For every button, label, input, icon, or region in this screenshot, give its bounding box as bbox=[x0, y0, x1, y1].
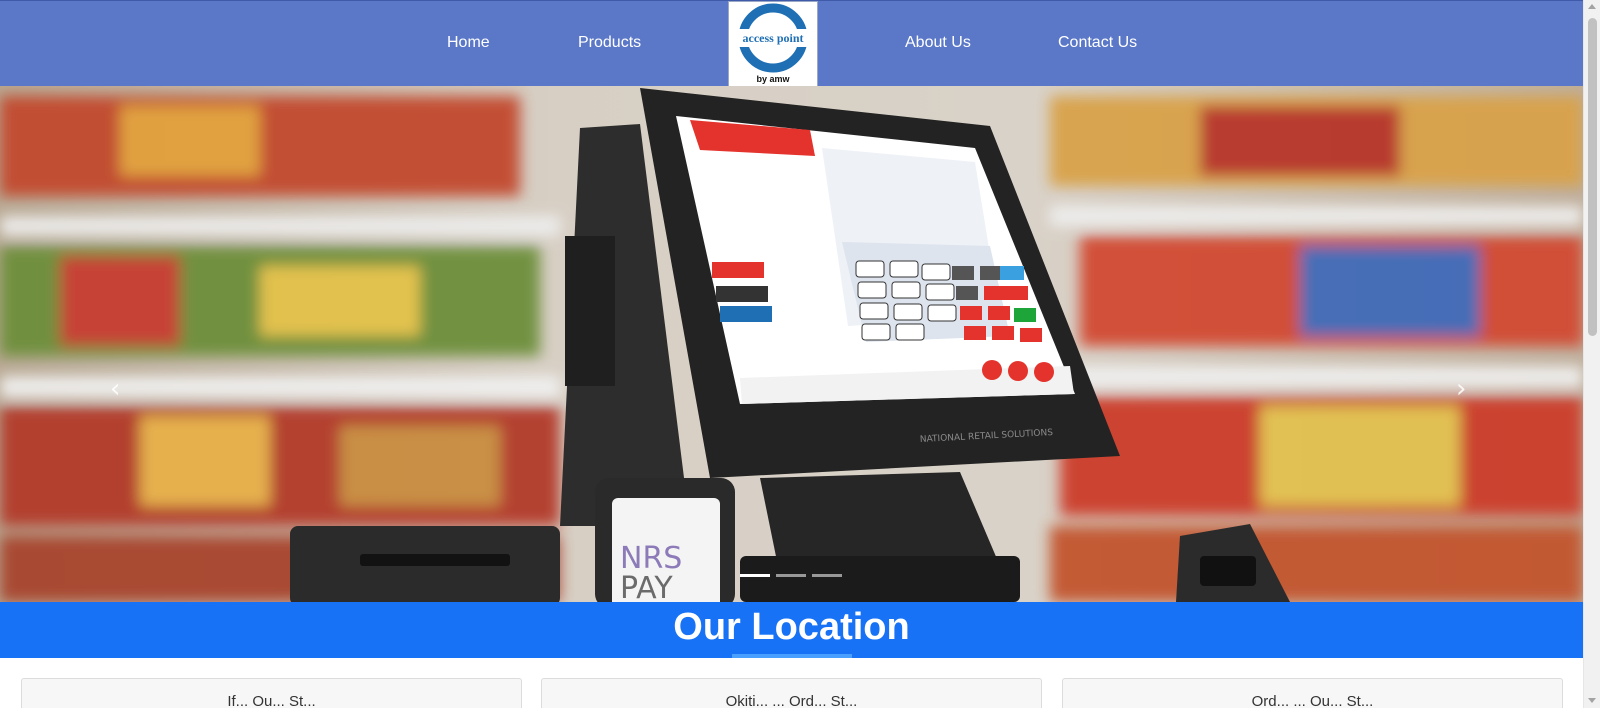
nav-products-link[interactable]: Products bbox=[578, 34, 641, 52]
carousel-next-icon[interactable]: › bbox=[1456, 374, 1466, 404]
location-card[interactable]: If... Ou... St... bbox=[21, 678, 522, 708]
page-scrollbar[interactable] bbox=[1583, 0, 1600, 708]
carousel-prev-icon[interactable]: ‹ bbox=[110, 374, 120, 404]
hero-carousel: NATIONAL RETAIL SOLUTIONS NRS PAY ‹ › bbox=[0, 86, 1583, 602]
location-card[interactable]: Ord... ... Ou... St... bbox=[1062, 678, 1563, 708]
carousel-indicator-2[interactable] bbox=[776, 574, 806, 577]
carousel-indicator-3[interactable] bbox=[812, 574, 842, 577]
location-card-title: Ord... ... Ou... St... bbox=[1251, 693, 1374, 708]
scroll-thumb[interactable] bbox=[1588, 18, 1597, 336]
scroll-down-icon[interactable] bbox=[1588, 698, 1596, 703]
nav-home-link[interactable]: Home bbox=[447, 34, 490, 52]
device-brand-text-2: PAY bbox=[620, 571, 673, 602]
hero-slide-image: NATIONAL RETAIL SOLUTIONS NRS PAY bbox=[0, 86, 1583, 602]
carousel-indicator-1[interactable] bbox=[740, 574, 770, 577]
logo-ring-icon: access point bbox=[735, 3, 811, 73]
location-banner: Our Location bbox=[0, 602, 1583, 658]
logo-text: access point bbox=[743, 31, 804, 45]
location-title: Our Location bbox=[673, 606, 910, 648]
location-card-title: Okiti... ... Ord... St... bbox=[725, 693, 858, 708]
logo-subtext: by amw bbox=[756, 74, 790, 84]
nav-contact-link[interactable]: Contact Us bbox=[1058, 34, 1137, 52]
location-cards: If... Ou... St... Okiti... ... Ord... St… bbox=[0, 658, 1583, 708]
page: Home Products access point by amw About … bbox=[0, 0, 1600, 708]
location-card-title: If... Ou... St... bbox=[227, 693, 316, 708]
top-navbar: Home Products access point by amw About … bbox=[0, 0, 1583, 91]
nav-about-link[interactable]: About Us bbox=[905, 34, 971, 52]
location-card[interactable]: Okiti... ... Ord... St... bbox=[541, 678, 1042, 708]
carousel-indicators bbox=[740, 574, 842, 577]
site-logo[interactable]: access point by amw bbox=[728, 1, 818, 91]
scroll-up-icon[interactable] bbox=[1588, 4, 1596, 9]
